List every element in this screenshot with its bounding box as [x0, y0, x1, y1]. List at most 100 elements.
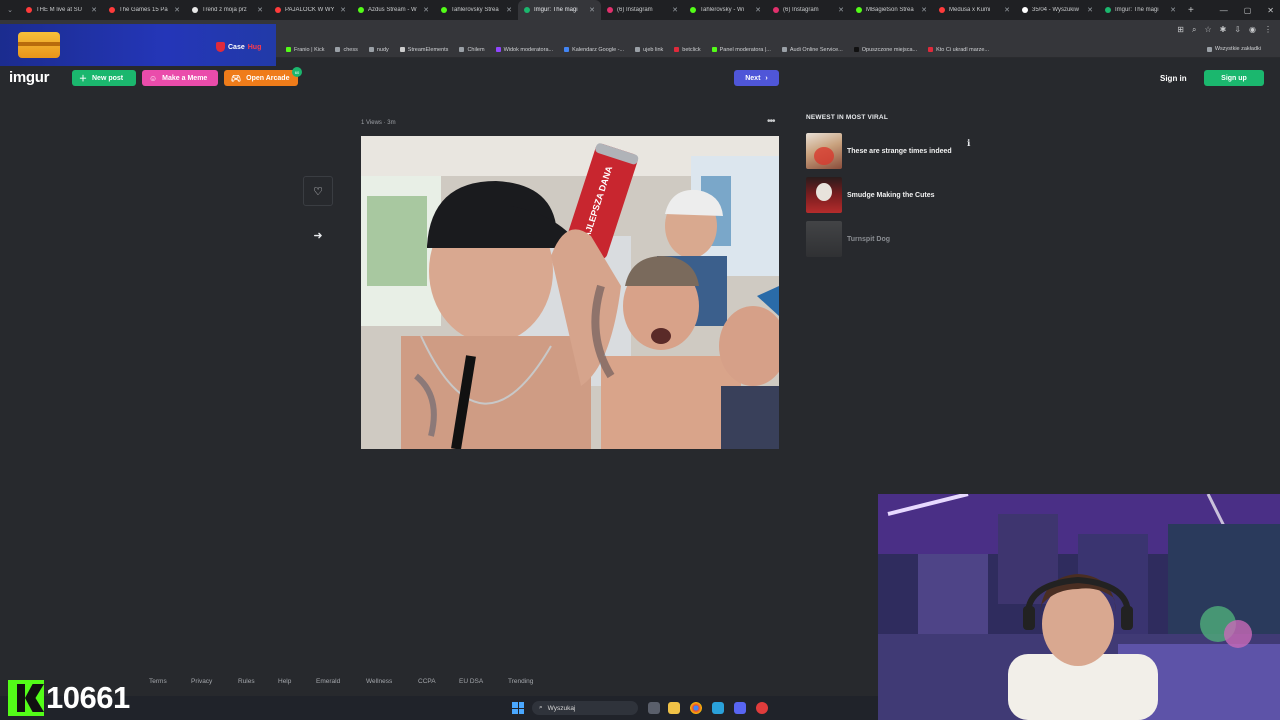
tab-close-icon[interactable]: ✕	[174, 6, 180, 14]
bookmark-item[interactable]: chess	[335, 47, 358, 53]
like-button[interactable]: ♡	[303, 176, 333, 206]
browser-tab[interactable]: Azdus Stream - W ✕	[352, 0, 435, 20]
footer-link-privacy[interactable]: Privacy	[191, 678, 212, 685]
extension-icon[interactable]: ✱	[1220, 25, 1227, 35]
viral-item[interactable]: Smudge Making the Cutes	[806, 173, 976, 217]
open-arcade-button[interactable]: 🎮︎ Open Arcade	[224, 70, 298, 86]
footer-link-terms[interactable]: Terms	[149, 678, 167, 685]
footer-link-ccpa[interactable]: CCPA	[418, 678, 436, 685]
chrome-icon[interactable]	[690, 702, 702, 714]
browser-tab[interactable]: Imgur: The magi ✕	[518, 0, 601, 20]
meme-face-icon: ☺	[149, 73, 158, 83]
bookmark-item[interactable]: Chilem	[459, 47, 485, 53]
browser-tab[interactable]: (6) Instagram ✕	[767, 0, 850, 20]
bookmark-item[interactable]: Audi Online Service...	[781, 47, 843, 53]
sign-up-button[interactable]: Sign up	[1204, 70, 1264, 86]
obs-icon[interactable]	[756, 702, 768, 714]
bookmark-item[interactable]: Panel moderatora |...	[711, 46, 771, 53]
bookmark-item[interactable]: Kalendarz Google -...	[564, 47, 624, 53]
discord-icon[interactable]	[734, 702, 746, 714]
bookmark-item[interactable]: betclick	[674, 47, 701, 53]
viral-panel-title: NEWEST IN MOST VIRAL	[806, 114, 888, 121]
browser-tab[interactable]: Trend z moja prz ✕	[186, 0, 269, 20]
tab-close-icon[interactable]: ✕	[91, 6, 97, 14]
close-window-icon[interactable]: ✕	[1267, 6, 1274, 15]
next-post-button[interactable]: Next ›	[734, 70, 779, 86]
download-icon[interactable]: ⇩	[1234, 25, 1241, 35]
browser-tab[interactable]: (6) Instagram ✕	[601, 0, 684, 20]
bookmark-item[interactable]: StreamElements	[399, 47, 448, 53]
tab-close-icon[interactable]: ✕	[1087, 6, 1093, 14]
zoom-icon[interactable]: ⌕	[1192, 25, 1196, 35]
viral-thumbnail	[806, 133, 842, 169]
browser-tab[interactable]: MBagietson Strea ✕	[850, 0, 933, 20]
tab-label: Trend z moja prz	[202, 7, 247, 13]
tab-label: (6) Instagram	[783, 7, 819, 13]
casehug-logo-accent: Hug	[247, 43, 262, 51]
viral-item[interactable]: These are strange times indeed	[806, 129, 976, 173]
imgur-logo[interactable]: imgur	[9, 69, 49, 86]
tab-label: The Games 15 Pa	[119, 7, 168, 13]
star-icon[interactable]: ☆	[1204, 25, 1211, 35]
browser-tab[interactable]: 35/04 - Wyszukiw ✕	[1016, 0, 1099, 20]
tab-close-icon[interactable]: ✕	[340, 6, 346, 14]
share-button[interactable]: ➜	[303, 220, 333, 250]
new-post-button[interactable]: ＋ New post	[72, 70, 136, 86]
tab-close-icon[interactable]: ✕	[1004, 6, 1010, 14]
menu-icon[interactable]: ⋮	[1264, 25, 1272, 35]
footer-link-rules[interactable]: Rules	[238, 678, 255, 685]
info-icon[interactable]: ℹ	[967, 138, 970, 149]
task-view-icon[interactable]	[648, 702, 660, 714]
tab-close-icon[interactable]: ✕	[672, 6, 678, 14]
browser-tab[interactable]: Medusa x Kumi ✕	[933, 0, 1016, 20]
tab-close-icon[interactable]: ✕	[838, 6, 844, 14]
browser-tab[interactable]: Tahlerovsky - Wi ✕	[684, 0, 767, 20]
new-tab-icon[interactable]: +	[1188, 5, 1194, 16]
bookmark-label: Panel moderatora |...	[719, 46, 771, 53]
search-icon: ⌕	[539, 704, 543, 711]
more-options-icon[interactable]: •••	[767, 116, 775, 127]
footer-link-emerald[interactable]: Emerald	[316, 678, 340, 685]
bookmark-item[interactable]: Franio | Kick	[286, 47, 324, 53]
tab-favicon-icon	[856, 7, 862, 13]
bookmark-item[interactable]: Widok moderatora...	[495, 46, 554, 53]
browser-tab[interactable]: The Games 15 Pa ✕	[103, 0, 186, 20]
tab-close-icon[interactable]: ✕	[257, 6, 263, 14]
profile-icon[interactable]: ◉	[1249, 25, 1256, 35]
browser-tab[interactable]: Tahlerovsky Strea ✕	[435, 0, 518, 20]
browser-tab[interactable]: Imgur: The magi ✕	[1099, 0, 1182, 20]
windows-start-icon[interactable]	[512, 702, 524, 714]
browser-tab[interactable]: THE M live at SU ✕	[20, 0, 103, 20]
viral-item[interactable]: Turnspit Dog	[806, 217, 976, 261]
tab-close-icon[interactable]: ✕	[921, 6, 927, 14]
tab-close-icon[interactable]: ✕	[423, 6, 429, 14]
translate-icon[interactable]: ⊞	[1177, 25, 1184, 35]
bookmark-item[interactable]: Kto Ci ukradl marze...	[928, 47, 989, 53]
taskbar-search[interactable]: ⌕ Wyszukaj	[532, 701, 638, 715]
browser-tab[interactable]: PAJALOCK W WY ✕	[269, 0, 352, 20]
maximize-icon[interactable]: ▢	[1244, 6, 1252, 15]
sign-in-link[interactable]: Sign in	[1160, 74, 1187, 83]
post-image[interactable]: NAJLEPSZA DANA	[361, 136, 779, 449]
tab-close-icon[interactable]: ✕	[1170, 6, 1176, 14]
footer-link-wellness[interactable]: Wellness	[366, 678, 392, 685]
bookmark-item[interactable]: ujeb link	[635, 47, 663, 53]
telegram-icon[interactable]	[712, 702, 724, 714]
file-explorer-icon[interactable]	[668, 702, 680, 714]
footer-link-trending[interactable]: Trending	[508, 678, 533, 685]
make-meme-button[interactable]: ☺ Make a Meme	[142, 70, 218, 86]
tab-close-icon[interactable]: ✕	[506, 6, 512, 14]
tab-label: Tahlerovsky Strea	[451, 7, 499, 13]
tab-favicon-icon	[26, 7, 32, 13]
kick-logo-icon	[8, 680, 44, 716]
tab-close-icon[interactable]: ✕	[755, 6, 761, 14]
footer-link-help[interactable]: Help	[278, 678, 291, 685]
bookmark-item[interactable]: nudy	[368, 47, 389, 53]
all-bookmarks[interactable]: Wszystkie zakładki	[1206, 46, 1261, 52]
footer-link-eu-dsa[interactable]: EU DSA	[459, 678, 483, 685]
tab-close-icon[interactable]: ✕	[589, 6, 595, 14]
bookmark-item[interactable]: Opuszczone miejsca...	[853, 47, 917, 53]
bookmark-label: Widok moderatora...	[503, 46, 554, 53]
minimize-icon[interactable]: —	[1220, 6, 1228, 15]
tab-search-icon[interactable]: ⌄	[0, 6, 20, 14]
